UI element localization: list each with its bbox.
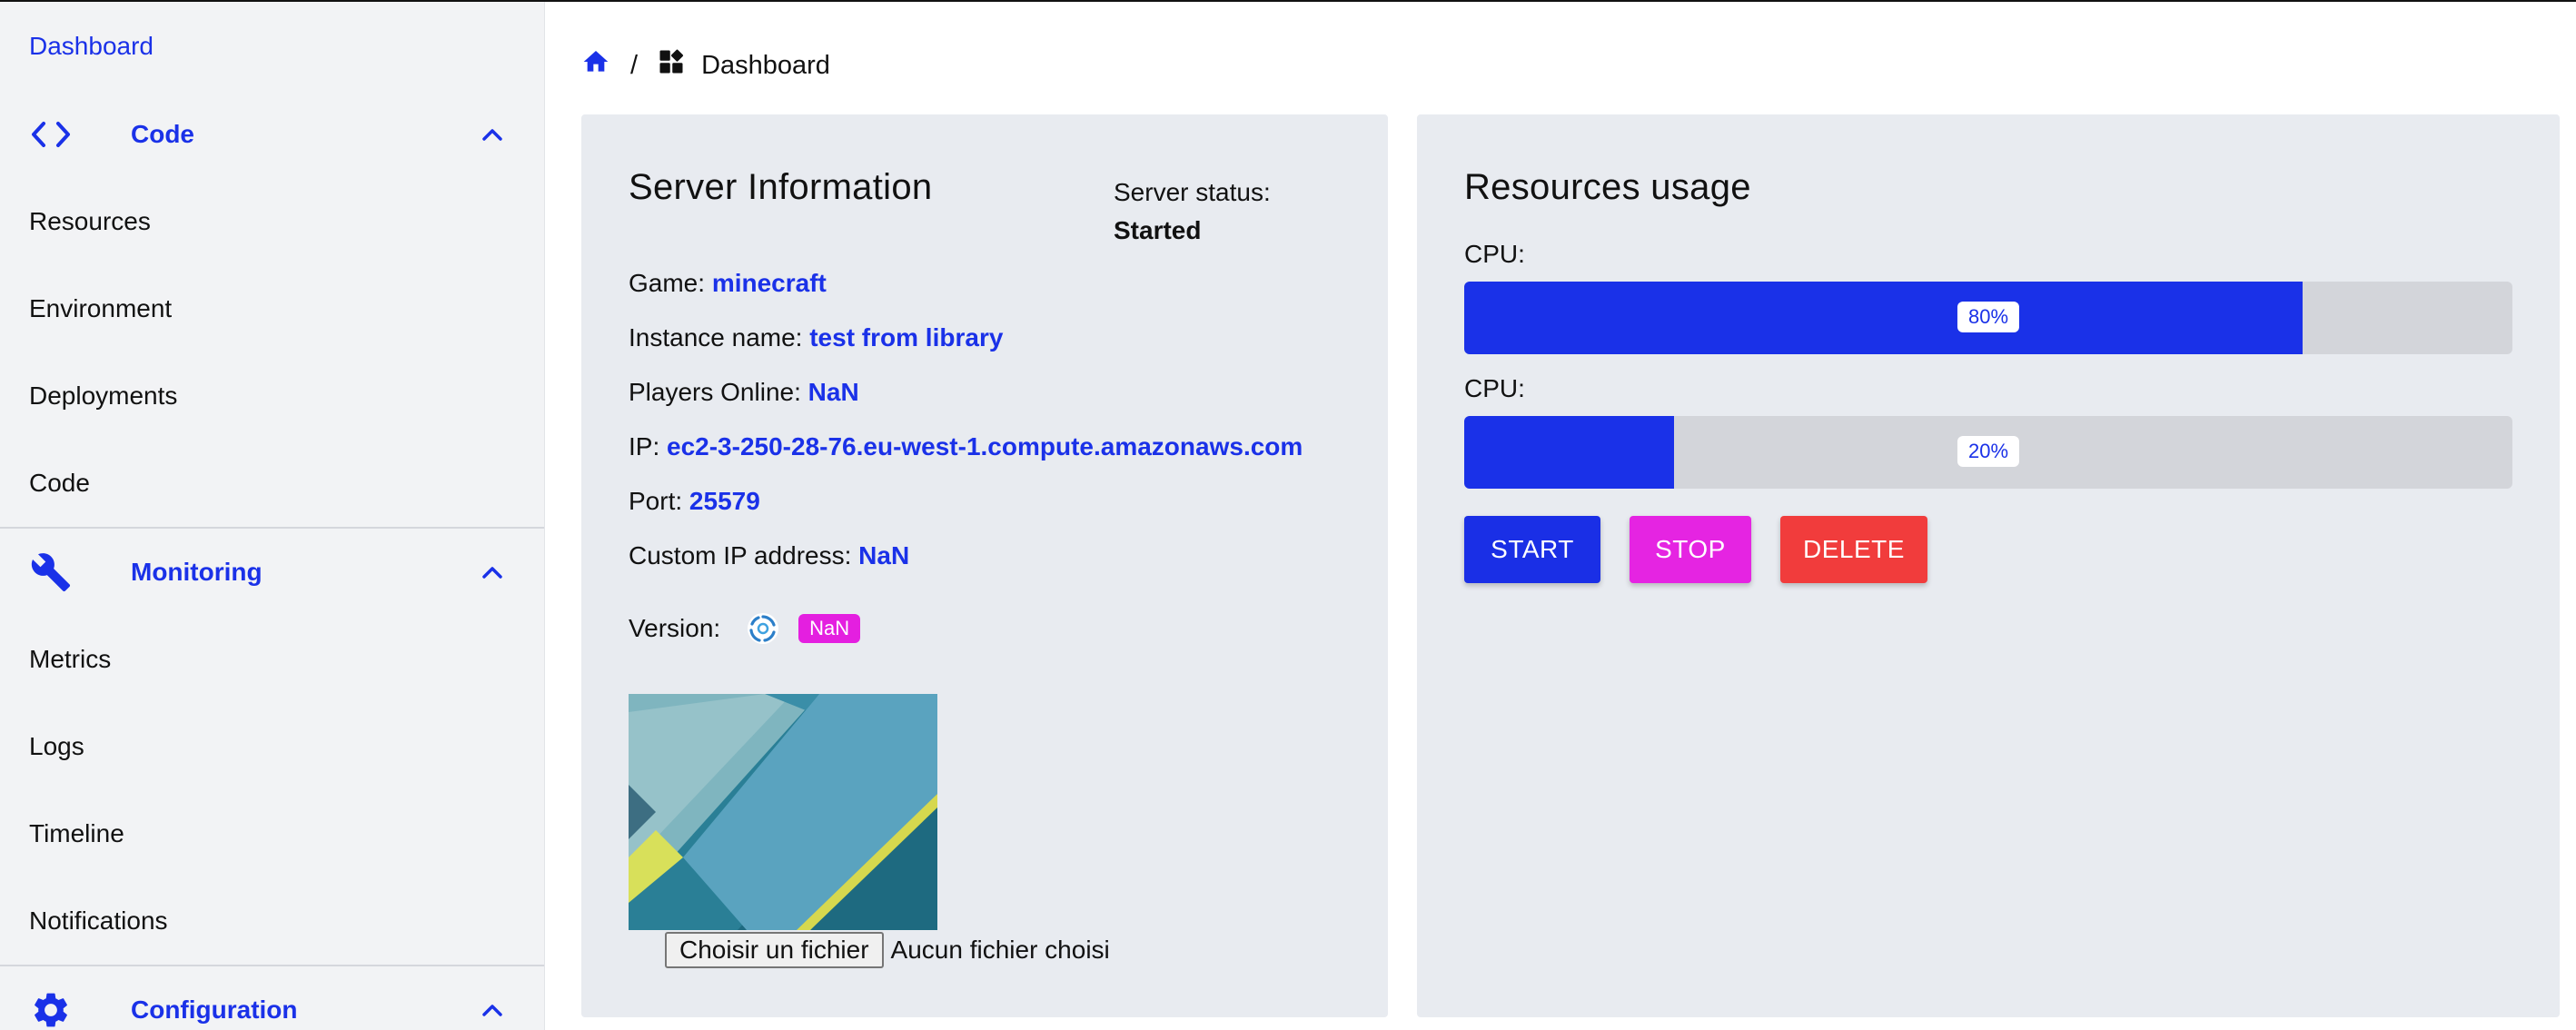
file-status-text: Aucun fichier choisi bbox=[890, 936, 1110, 964]
gear-icon bbox=[29, 988, 73, 1030]
sidebar-item-code[interactable]: Code bbox=[29, 465, 90, 501]
delete-button[interactable]: DELETE bbox=[1780, 516, 1927, 583]
version-row: Version: NaN bbox=[629, 610, 861, 647]
custom-ip-label: Custom IP address: bbox=[629, 541, 852, 569]
cpu-label: CPU: bbox=[1464, 374, 1525, 402]
version-logo-icon bbox=[746, 611, 780, 646]
sidebar-section-label: Monitoring bbox=[131, 558, 263, 586]
stop-button[interactable]: STOP bbox=[1630, 516, 1751, 583]
start-button[interactable]: START bbox=[1464, 516, 1600, 583]
progress-percent-label: 20% bbox=[1957, 436, 2020, 467]
version-badge: NaN bbox=[798, 614, 861, 643]
sidebar-item-deployments[interactable]: Deployments bbox=[29, 378, 177, 414]
progress-fill bbox=[1464, 416, 1674, 489]
players-row: Players Online: NaN bbox=[629, 374, 859, 411]
resources-usage-card: Resources usage CPU: 80% CPU: 20% START … bbox=[1417, 114, 2560, 1017]
server-status-value: Started bbox=[1114, 216, 1202, 244]
card-title: Server Information bbox=[629, 167, 933, 207]
choose-file-button[interactable]: Choisir un fichier bbox=[665, 932, 884, 968]
progress-percent-label: 80% bbox=[1957, 302, 2020, 332]
players-value: NaN bbox=[807, 378, 859, 406]
instance-row: Instance name: test from library bbox=[629, 320, 1003, 356]
version-label: Version: bbox=[629, 614, 721, 642]
game-row: Game: minecraft bbox=[629, 265, 827, 302]
sidebar-section-label: Configuration bbox=[131, 995, 298, 1024]
instance-label: Instance name: bbox=[629, 323, 803, 352]
server-image bbox=[629, 694, 937, 930]
ip-value: ec2-3-250-28-76.eu-west-1.compute.amazon… bbox=[667, 432, 1303, 461]
game-label: Game: bbox=[629, 269, 706, 297]
sidebar-item-logs[interactable]: Logs bbox=[29, 728, 84, 765]
port-label: Port: bbox=[629, 487, 683, 515]
sidebar-section-monitoring[interactable]: Monitoring bbox=[0, 529, 544, 616]
port-value: 25579 bbox=[689, 487, 760, 515]
wrench-icon bbox=[29, 550, 73, 594]
sidebar-item-resources[interactable]: Resources bbox=[29, 203, 151, 240]
sidebar-item-metrics[interactable]: Metrics bbox=[29, 641, 111, 678]
dashboard-icon bbox=[658, 48, 685, 83]
chevron-up-icon[interactable] bbox=[478, 120, 507, 149]
sidebar-section-configuration[interactable]: Configuration bbox=[0, 966, 544, 1030]
chevron-up-icon[interactable] bbox=[478, 995, 507, 1025]
server-status-label: Server status: bbox=[1114, 178, 1271, 206]
chevron-up-icon[interactable] bbox=[478, 558, 507, 587]
breadcrumb: / Dashboard bbox=[581, 45, 830, 85]
sidebar-item-dashboard[interactable]: Dashboard bbox=[29, 28, 154, 64]
sidebar-item-timeline[interactable]: Timeline bbox=[29, 816, 124, 852]
game-value: minecraft bbox=[711, 269, 827, 297]
sidebar: Dashboard Code Resources Environment Dep… bbox=[0, 2, 545, 1030]
cpu-progress-bar: 20% bbox=[1464, 416, 2512, 489]
sidebar-item-environment[interactable]: Environment bbox=[29, 291, 172, 327]
code-icon bbox=[29, 113, 73, 156]
cpu-label: CPU: bbox=[1464, 240, 1525, 268]
port-row: Port: 25579 bbox=[629, 483, 760, 520]
breadcrumb-current: Dashboard bbox=[701, 50, 830, 80]
server-information-card: Server Information Server status: Starte… bbox=[581, 114, 1388, 1017]
card-title: Resources usage bbox=[1464, 167, 1751, 207]
breadcrumb-separator: / bbox=[630, 50, 639, 80]
ip-row: IP: ec2-3-250-28-76.eu-west-1.compute.am… bbox=[629, 429, 1303, 465]
instance-value: test from library bbox=[809, 323, 1004, 352]
ip-label: IP: bbox=[629, 432, 660, 461]
progress-fill bbox=[1464, 282, 2304, 354]
custom-ip-row: Custom IP address: NaN bbox=[629, 538, 909, 574]
file-upload: Choisir un fichier Aucun fichier choisi bbox=[665, 932, 1110, 968]
sidebar-section-code[interactable]: Code bbox=[0, 91, 544, 178]
sidebar-item-notifications[interactable]: Notifications bbox=[29, 903, 168, 939]
home-icon[interactable] bbox=[581, 47, 610, 84]
players-label: Players Online: bbox=[629, 378, 801, 406]
sidebar-section-label: Code bbox=[131, 120, 194, 148]
custom-ip-value: NaN bbox=[858, 541, 910, 569]
cpu-progress-bar: 80% bbox=[1464, 282, 2512, 354]
